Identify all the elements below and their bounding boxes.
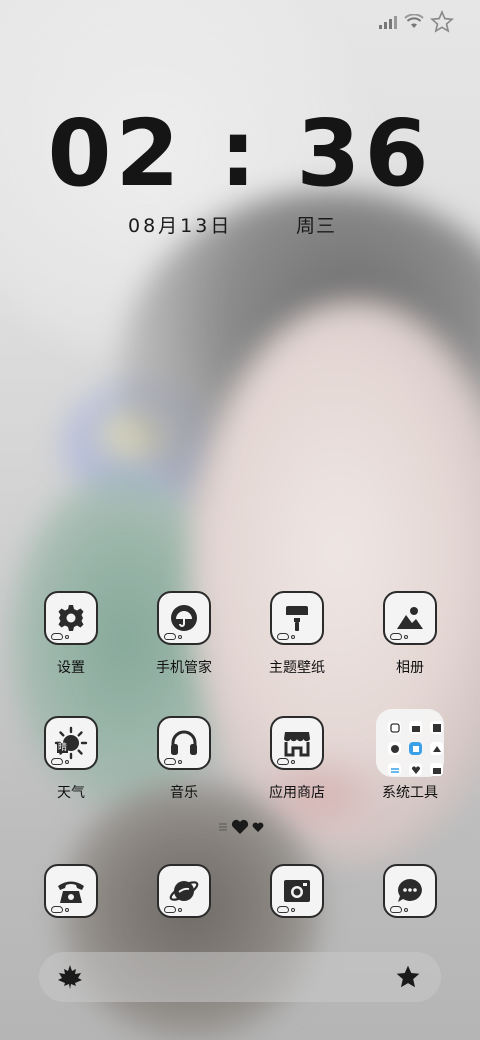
app-gallery[interactable]: 相册 (355, 591, 465, 677)
lockscreen-clock: 02 : 36 (47, 100, 433, 207)
app-theme-wallpaper[interactable]: 主题壁纸 (242, 591, 352, 677)
dock-phone[interactable] (43, 864, 99, 918)
paint-roller-icon (270, 591, 324, 645)
folder-mini-icon (388, 721, 401, 734)
phone-icon (44, 864, 98, 918)
dock-camera[interactable] (269, 864, 325, 918)
app-label-music: 音乐 (170, 785, 198, 801)
app-label-gallery: 相册 (396, 660, 424, 676)
app-store[interactable]: 应用商店 (242, 716, 352, 802)
gear-icon (44, 591, 98, 645)
star-icon[interactable] (394, 963, 422, 991)
menu-icon (219, 823, 227, 830)
folder-mini-icon (409, 742, 422, 755)
wifi-icon (404, 14, 424, 28)
camera-icon (270, 864, 324, 918)
folder-mini-icon (430, 742, 443, 755)
folder-mini-icon (430, 763, 443, 776)
weather-condition-text: 晴 (57, 743, 69, 753)
app-label-weather: 天气 (57, 785, 85, 801)
app-label-phone-manager: 手机管家 (156, 660, 212, 676)
bottom-dock-bar (39, 952, 441, 1002)
star-outline-icon (430, 10, 454, 33)
headphones-icon (157, 716, 211, 770)
date-row: 08月13日 周三 (0, 211, 480, 241)
folder-mini-icon (388, 742, 401, 755)
date-text: 08月13日 (128, 215, 233, 237)
store-icon (270, 716, 324, 770)
folder-mini-icon (430, 721, 443, 734)
sun-icon: 晴 (44, 716, 98, 770)
app-label-theme-wallpaper: 主题壁纸 (269, 660, 325, 676)
app-music[interactable]: 音乐 (129, 716, 239, 802)
page-indicator[interactable] (219, 819, 264, 834)
dock-messages[interactable] (382, 864, 438, 918)
message-icon (383, 864, 437, 918)
browser-planet-icon (157, 864, 211, 918)
folder-mini-icon (409, 763, 422, 776)
photo-icon (383, 591, 437, 645)
app-folder-system-tools[interactable]: 系统工具 (355, 709, 465, 802)
folder-mini-icon (388, 763, 401, 776)
folder-mini-icon (409, 721, 422, 734)
heart-small-icon (252, 822, 264, 832)
app-phone-manager[interactable]: 手机管家 (129, 591, 239, 677)
signal-icon (379, 16, 397, 29)
heart-icon (231, 819, 249, 834)
folder-icon (376, 709, 444, 777)
dock-browser[interactable] (156, 864, 212, 918)
app-label-settings: 设置 (57, 660, 85, 676)
umbrella-icon (157, 591, 211, 645)
maple-leaf-icon[interactable] (56, 963, 84, 991)
status-bar (378, 8, 454, 36)
app-label-store: 应用商店 (269, 785, 325, 801)
app-settings[interactable]: 设置 (16, 591, 126, 677)
weekday-text: 周三 (296, 215, 337, 237)
app-label-system-tools: 系统工具 (382, 785, 438, 801)
app-weather[interactable]: 晴 天气 (16, 716, 126, 802)
